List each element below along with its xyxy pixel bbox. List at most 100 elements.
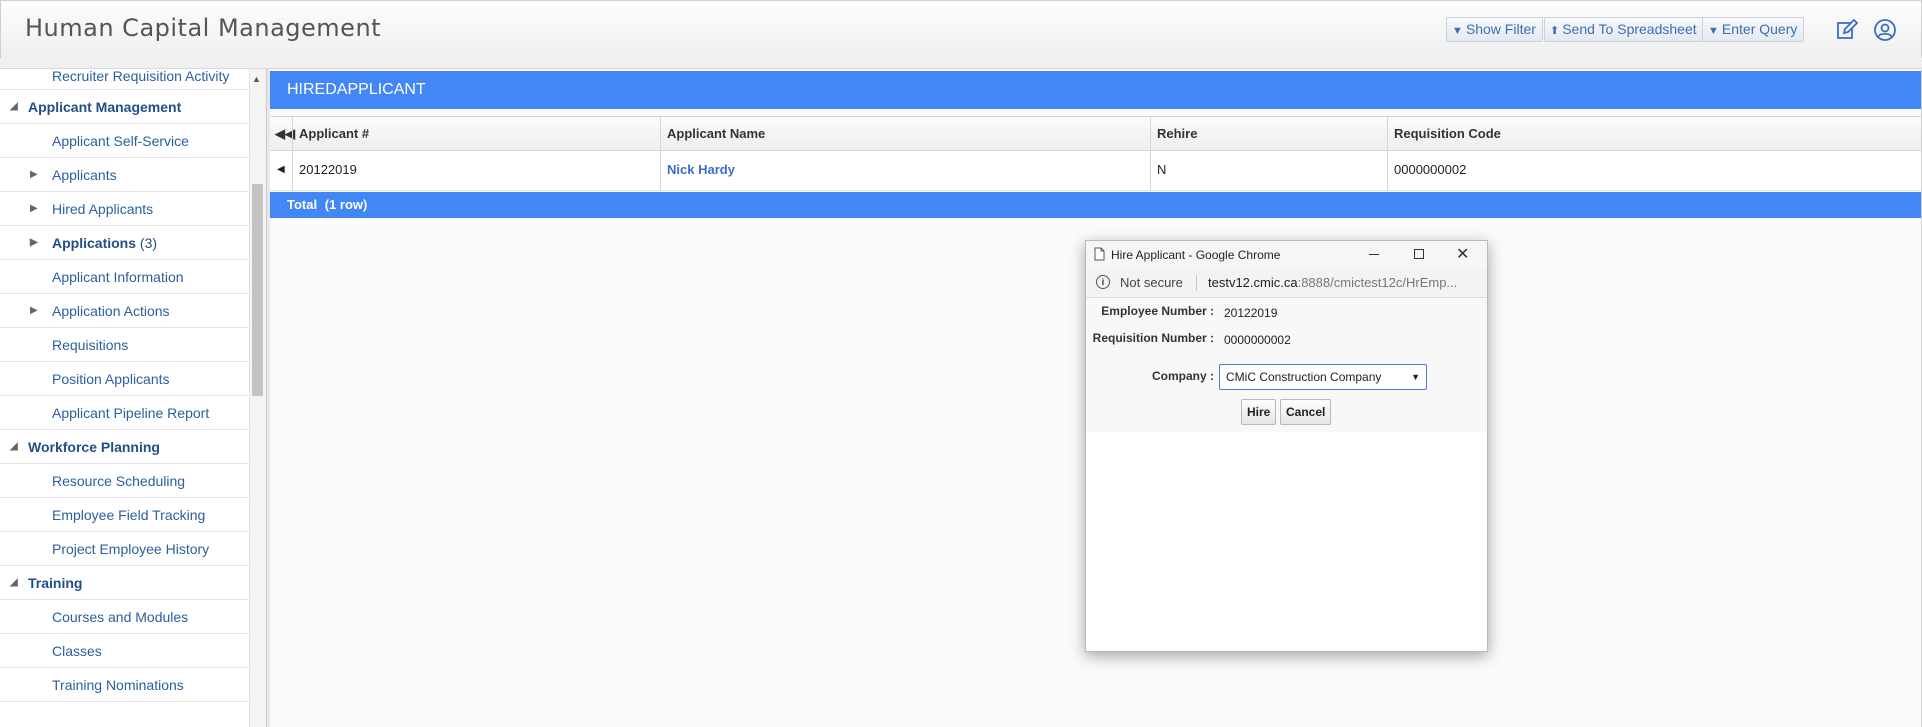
company-select[interactable]: CMiC Construction Company ▼ — [1219, 364, 1427, 390]
sidebar-group-training[interactable]: ◢ Training — [0, 566, 249, 600]
sidebar-item-courses-and-modules[interactable]: Courses and Modules — [0, 600, 249, 634]
window-titlebar[interactable]: Hire Applicant - Google Chrome ✕ — [1086, 241, 1487, 270]
header-divider — [0, 58, 1922, 69]
expand-icon[interactable]: ▶ — [30, 192, 38, 226]
sidebar-item-label: Training Nominations — [52, 677, 184, 693]
sidebar-item-label: Training — [28, 575, 83, 591]
sidebar-scroll-thumb[interactable] — [252, 184, 263, 396]
sidebar-item-training-nominations[interactable]: Training Nominations — [0, 668, 249, 702]
collapse-columns-icon[interactable]: ◀◀ — [270, 117, 295, 150]
panel-title: HIREDAPPLICANT — [270, 71, 1921, 109]
sidebar-item-applicants[interactable]: ▶ Applicants — [0, 158, 249, 192]
sidebar-item-applicant-pipeline-report[interactable]: Applicant Pipeline Report — [0, 396, 249, 430]
column-header-applicant-no[interactable]: Applicant # — [292, 117, 660, 150]
hire-form: Employee Number : 20122019 Requisition N… — [1086, 298, 1487, 432]
sidebar-item-label: Recruiter Requisition Activity — [52, 69, 230, 84]
requisition-number-label: Requisition Number : — [1092, 331, 1214, 345]
sidebar: Recruiter Requisition Activity ◢ Applica… — [0, 69, 250, 727]
maximize-icon[interactable] — [1414, 249, 1424, 259]
sidebar-item-label: Position Applicants — [52, 371, 170, 387]
sidebar-item-requisitions[interactable]: Requisitions — [0, 328, 249, 362]
url-path: :8888/cmictest12c/HrEmp... — [1297, 275, 1458, 290]
requisition-number-value: 0000000002 — [1224, 333, 1291, 347]
info-icon[interactable]: i — [1096, 275, 1110, 289]
url-text: testv12.cmic.ca:8888/cmictest12c/HrEmp..… — [1208, 275, 1457, 290]
page-icon — [1094, 247, 1105, 264]
show-filter-label: Show Filter — [1465, 21, 1536, 37]
row-selector-icon[interactable]: ◀ — [270, 151, 292, 190]
filter-icon: ▼ — [1708, 25, 1719, 37]
sidebar-item-recruiter-requisition-activity[interactable]: Recruiter Requisition Activity — [0, 69, 249, 90]
sidebar-item-label: Requisitions — [52, 337, 129, 353]
sidebar-item-project-employee-history[interactable]: Project Employee History — [0, 532, 249, 566]
sidebar-item-label: Applicant Information — [52, 269, 184, 285]
sidebar-item-label: Applicant Self-Service — [52, 133, 189, 149]
expand-icon[interactable]: ▶ — [30, 294, 38, 328]
sidebar-group-applicant-management[interactable]: ◢ Applicant Management — [0, 90, 249, 124]
security-status: Not secure — [1120, 275, 1183, 290]
sidebar-item-applicant-information[interactable]: Applicant Information — [0, 260, 249, 294]
show-filter-button[interactable]: ▼ Show Filter — [1446, 17, 1543, 42]
cell-requisition-code: 0000000002 — [1387, 151, 1921, 190]
employee-number-value: 20122019 — [1224, 306, 1278, 320]
cell-applicant-name-link[interactable]: Nick Hardy — [660, 151, 1150, 190]
total-bar: Total (1 row) — [270, 192, 1921, 218]
column-header-requisition-code[interactable]: Requisition Code — [1387, 117, 1921, 150]
sidebar-item-label: Applications — [52, 235, 137, 251]
cell-rehire: N — [1150, 151, 1387, 190]
sidebar-item-label: Hired Applicants — [52, 201, 154, 217]
collapse-icon[interactable]: ◢ — [10, 430, 18, 464]
collapse-icon[interactable]: ◢ — [10, 90, 18, 124]
close-icon[interactable]: ✕ — [1456, 244, 1469, 264]
sidebar-item-applications[interactable]: ▶ Applications (3) — [0, 226, 249, 260]
cancel-button[interactable]: Cancel — [1280, 399, 1332, 425]
sidebar-item-hired-applicants[interactable]: ▶ Hired Applicants — [0, 192, 249, 226]
table-row[interactable]: ◀ 20122019 Nick Hardy N 0000000002 — [270, 151, 1921, 191]
user-icon[interactable] — [1873, 18, 1897, 42]
enter-query-label: Enter Query — [1721, 21, 1798, 37]
column-header-rehire[interactable]: Rehire — [1150, 117, 1387, 150]
enter-query-button[interactable]: ▼ Enter Query — [1702, 17, 1805, 42]
company-selected-value: CMiC Construction Company — [1226, 370, 1382, 384]
sidebar-item-label: Courses and Modules — [52, 609, 189, 625]
sidebar-item-label: Project Employee History — [52, 541, 210, 557]
sidebar-item-employee-field-tracking[interactable]: Employee Field Tracking — [0, 498, 249, 532]
edit-icon[interactable] — [1835, 18, 1859, 42]
hire-applicant-window: Hire Applicant - Google Chrome ✕ i Not s… — [1085, 240, 1488, 652]
address-bar[interactable]: i Not secure testv12.cmic.ca:8888/cmicte… — [1086, 269, 1487, 298]
table-header: ◀◀ Applicant # Applicant Name Rehire Req… — [270, 116, 1921, 151]
url-host: testv12.cmic.ca — [1208, 275, 1298, 290]
send-to-spreadsheet-button[interactable]: ⬆ Send To Spreadsheet — [1544, 17, 1704, 42]
minimize-icon[interactable] — [1369, 254, 1379, 255]
cell-applicant-no: 20122019 — [292, 151, 660, 190]
scroll-up-arrow-icon[interactable]: ▲ — [252, 74, 261, 84]
sidebar-item-label: Classes — [52, 643, 102, 659]
sidebar-item-label: Application Actions — [52, 303, 170, 319]
company-label: Company : — [1151, 369, 1214, 383]
filter-icon: ▼ — [1452, 25, 1463, 37]
sidebar-item-position-applicants[interactable]: Position Applicants — [0, 362, 249, 396]
sidebar-item-applicant-self-service[interactable]: Applicant Self-Service — [0, 124, 249, 158]
app-header: Human Capital Management ▼ Show Filter ⬆ S… — [0, 0, 1922, 59]
total-count: (1 row) — [324, 197, 368, 212]
sidebar-item-label: Applicant Management — [28, 99, 182, 115]
sidebar-item-label: Employee Field Tracking — [52, 507, 206, 523]
address-divider — [1196, 275, 1197, 291]
app-title: Human Capital Management — [25, 14, 382, 42]
total-label: Total — [287, 197, 318, 212]
sidebar-item-application-actions[interactable]: ▶ Application Actions — [0, 294, 249, 328]
sidebar-item-resource-scheduling[interactable]: Resource Scheduling — [0, 464, 249, 498]
sidebar-item-count: (3) — [139, 235, 158, 251]
sidebar-item-label: Applicant Pipeline Report — [52, 405, 210, 421]
column-header-applicant-name[interactable]: Applicant Name — [660, 117, 1150, 150]
employee-number-label: Employee Number : — [1101, 304, 1214, 318]
sidebar-item-classes[interactable]: Classes — [0, 634, 249, 668]
window-title: Hire Applicant - Google Chrome — [1111, 248, 1281, 262]
expand-icon[interactable]: ▶ — [30, 158, 38, 192]
sidebar-group-workforce-planning[interactable]: ◢ Workforce Planning — [0, 430, 249, 464]
sidebar-item-label: Resource Scheduling — [52, 473, 186, 489]
expand-icon[interactable]: ▶ — [30, 226, 38, 260]
collapse-icon[interactable]: ◢ — [10, 566, 18, 600]
hire-button[interactable]: Hire — [1241, 399, 1277, 425]
sidebar-scrollbar[interactable] — [249, 69, 266, 727]
